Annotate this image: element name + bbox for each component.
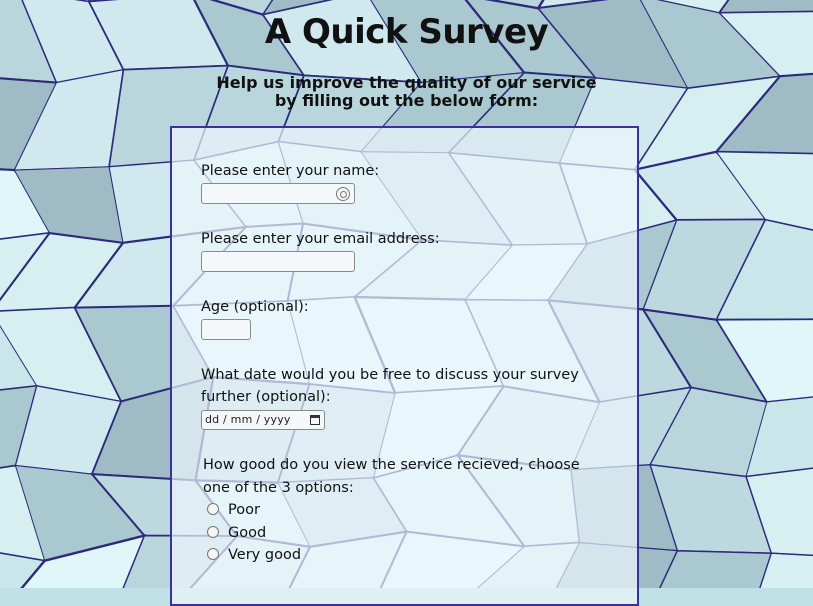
- date-placeholder: dd / mm / yyyy: [205, 413, 291, 426]
- email-input[interactable]: [201, 251, 355, 272]
- radio-poor[interactable]: [207, 503, 219, 515]
- subtitle-line-1: Help us improve the quality of our servi…: [216, 73, 597, 92]
- name-input[interactable]: [201, 183, 355, 204]
- contact-autofill-icon[interactable]: [336, 187, 350, 201]
- page-title: A Quick Survey: [264, 12, 549, 52]
- email-label: Please enter your email address:: [201, 231, 440, 247]
- date-label-line-2: further (optional):: [201, 389, 331, 405]
- survey-page: A Quick Survey Help us improve the quali…: [0, 0, 813, 606]
- radio-very-good[interactable]: [207, 548, 219, 560]
- radio-good[interactable]: [207, 526, 219, 538]
- date-input[interactable]: dd / mm / yyyy: [201, 410, 325, 430]
- date-label-line-1: What date would you be free to discuss y…: [201, 367, 579, 383]
- rating-option-label: Good: [228, 525, 267, 541]
- rating-question-line-1: How good do you view the service recieve…: [203, 457, 580, 473]
- rating-option-label: Very good: [228, 547, 302, 563]
- subtitle-line-2: by filling out the below form:: [274, 91, 539, 110]
- rating-option-label: Poor: [228, 502, 260, 518]
- calendar-icon[interactable]: [310, 415, 320, 425]
- rating-question-line-2: one of the 3 options:: [203, 480, 354, 496]
- survey-form: Please enter your name: Please enter you…: [170, 126, 639, 606]
- age-input[interactable]: [201, 319, 251, 340]
- age-label: Age (optional):: [201, 299, 309, 315]
- page-subtitle: Help us improve the quality of our servi…: [0, 74, 813, 110]
- name-label: Please enter your name:: [201, 163, 380, 179]
